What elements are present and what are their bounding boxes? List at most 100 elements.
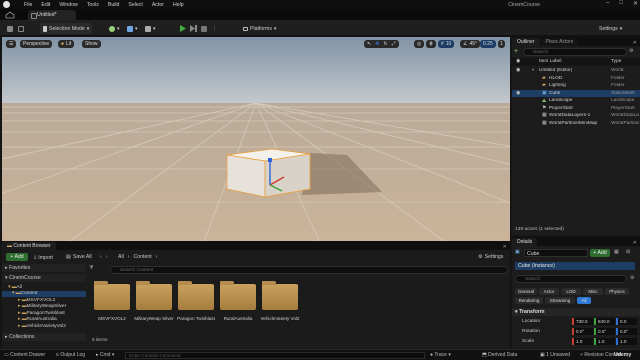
content-folder-icon[interactable] (262, 281, 298, 310)
forward-icon[interactable]: › (106, 254, 108, 260)
content-icon[interactable] (15, 23, 27, 34)
close-icon[interactable]: ✕ (633, 0, 638, 7)
rotation-label[interactable]: Rotation (522, 329, 540, 334)
location-label[interactable]: Location (522, 319, 540, 324)
add-actor-button[interactable]: ▾ (106, 23, 123, 34)
derived-data-button[interactable]: ⬒ Derived Data (482, 352, 517, 358)
location-z-field[interactable]: 0.0 (616, 318, 637, 325)
home-icon[interactable] (4, 11, 16, 19)
content-drawer-button[interactable]: ▭ Content Drawer (4, 352, 45, 358)
scale-z-field[interactable]: 1.0 (616, 338, 637, 345)
settings-icon[interactable]: ⚙ (630, 275, 635, 281)
scale-label[interactable]: Scale (522, 339, 534, 344)
grid-snap-button[interactable]: #10 (438, 40, 455, 48)
unreal-logo-icon[interactable] (3, 1, 10, 8)
menu-edit[interactable]: Edit (41, 2, 50, 8)
location-x-field[interactable]: 730.0 (572, 318, 593, 325)
collections-header[interactable]: ▸ Collections (2, 333, 86, 341)
outliner-row[interactable]: ▰ Lighting Folder (512, 82, 640, 90)
details-search-input[interactable]: Search (515, 275, 627, 283)
perspective-button[interactable]: Perspective (20, 40, 53, 48)
outliner-row[interactable]: ◉ ▣ Cube StaticMesh (512, 89, 640, 97)
details-add-button[interactable]: + Add (590, 249, 610, 257)
filter-icon[interactable]: ⚙ (629, 48, 634, 54)
rotate-tool-icon[interactable]: ↻ (383, 41, 387, 47)
settings-button[interactable]: Settings ▾ (596, 23, 625, 34)
save-all-button[interactable]: ▤ Save All (66, 254, 92, 260)
menu-tools[interactable]: Tools (87, 2, 99, 8)
filter-all[interactable]: All (577, 297, 591, 304)
level-tab[interactable]: Untitled* (28, 10, 76, 21)
col-item-label[interactable]: Item Label (539, 59, 561, 64)
content-add-button[interactable]: + Add (6, 253, 28, 261)
transform-section-header[interactable]: ▾ Transform (512, 308, 640, 316)
project-header[interactable]: ▾ CinemCourse (2, 274, 86, 282)
filter-rendering[interactable]: Rendering (515, 297, 543, 304)
rotation-snap-button[interactable]: ∠ 45° (460, 40, 481, 48)
filter-icon[interactable]: ⧩ (89, 265, 97, 274)
filter-physics[interactable]: Physics (605, 288, 629, 295)
object-name-field[interactable]: Cube (524, 249, 588, 257)
visibility-eye-icon[interactable]: ◉ (516, 91, 520, 96)
selection-mode-button[interactable]: Selection Mode ▾ (40, 23, 93, 34)
outliner-search-input[interactable]: Search (523, 48, 627, 56)
breadcrumb-all[interactable]: All (118, 254, 124, 260)
grid-view-icon[interactable]: ⊞ (626, 249, 630, 255)
camera-speed-button[interactable]: 1 (498, 40, 505, 48)
menu-window[interactable]: Window (59, 2, 77, 8)
menu-actor[interactable]: Actor (152, 2, 164, 8)
console-input[interactable]: Enter Console Command (125, 352, 425, 359)
rotation-y-field[interactable]: 0.0° (594, 328, 615, 335)
minimize-icon[interactable]: – (606, 0, 609, 7)
surface-snap-icon[interactable]: ⋕ (426, 40, 437, 48)
outliner-row[interactable]: ⚑ PlayerStart PlayerStart (512, 105, 640, 113)
location-y-field[interactable]: 840.0 (594, 318, 615, 325)
trace-button[interactable]: ● Trace ▾ (430, 352, 451, 358)
filter-misc[interactable]: Misc (583, 288, 603, 295)
menu-select[interactable]: Select (128, 2, 142, 8)
output-log-button[interactable]: ≡ Output Log (56, 352, 85, 358)
show-button[interactable]: Show (82, 40, 101, 48)
content-folder-icon[interactable] (94, 281, 130, 310)
lit-button[interactable]: ● Lit (58, 40, 75, 48)
level-viewport[interactable]: ☰ Perspective ● Lit Show ↖ ✥ ↻ ⤢ ◎ ⋕ #10… (2, 37, 510, 247)
maximize-icon[interactable]: □ (619, 0, 623, 7)
scale-x-field[interactable]: 1.0 (572, 338, 593, 345)
rotation-x-field[interactable]: 0.0° (572, 328, 593, 335)
filter-general[interactable]: General (515, 288, 537, 295)
scale-y-field[interactable]: 1.0 (594, 338, 615, 345)
scale-snap-button[interactable]: 0.25 (480, 40, 496, 48)
content-search-input[interactable]: Search Content (110, 266, 508, 274)
component-instance-row[interactable]: Cube (Instance) (515, 262, 635, 270)
tab-outliner[interactable]: Outliner (512, 38, 540, 46)
unsaved-button[interactable]: ▣ 1 Unsaved (540, 352, 570, 358)
menu-help[interactable]: Help (173, 2, 184, 8)
breadcrumb-content[interactable]: Content (134, 254, 152, 260)
filter-lod[interactable]: LOD (561, 288, 581, 295)
rotation-z-field[interactable]: 0.0° (616, 328, 637, 335)
tab-place-actors[interactable]: Place Actors (540, 38, 579, 46)
play-options-button[interactable]: ⋮ (209, 23, 220, 34)
col-type[interactable]: Type (611, 59, 621, 64)
folder-tree-item[interactable]: ▸ ▬ VehicleVarietyVol2 (2, 323, 86, 330)
tab-content-browser[interactable]: ▬ Content Browser (2, 242, 56, 250)
back-icon[interactable]: ‹ (100, 254, 102, 260)
translate-tool-icon[interactable]: ✥ (375, 41, 379, 47)
blueprint-button[interactable]: ▾ (124, 23, 141, 34)
import-button[interactable]: ⤓ Import (34, 254, 53, 261)
content-settings-button[interactable]: ⚙ Settings (478, 254, 503, 260)
outliner-row[interactable]: ⛰ Landscape Landscape (512, 97, 640, 105)
platforms-button[interactable]: Platforms ▾ (240, 23, 280, 34)
tab-details[interactable]: Details (512, 238, 538, 246)
close-icon[interactable]: ✕ (503, 244, 507, 250)
select-tool-icon[interactable]: ↖ (367, 41, 371, 47)
cinematics-button[interactable]: ▾ (142, 23, 159, 34)
content-folder-icon[interactable] (178, 281, 214, 310)
viewport-options-button[interactable]: ☰ (6, 40, 17, 48)
cmd-dropdown[interactable]: ▸ Cmd ▾ (96, 352, 114, 358)
outliner-row[interactable]: ▰ HLOD Folder (512, 75, 640, 83)
favorites-header[interactable]: ▸ Favorites (2, 264, 86, 272)
outliner-row[interactable]: ▦WorldDataLayers-1 WorldDataLayers (512, 112, 640, 120)
outliner-row[interactable]: ◉ ◐ Untitled (Editor) World (512, 67, 640, 75)
filter-actor[interactable]: Actor (539, 288, 559, 295)
